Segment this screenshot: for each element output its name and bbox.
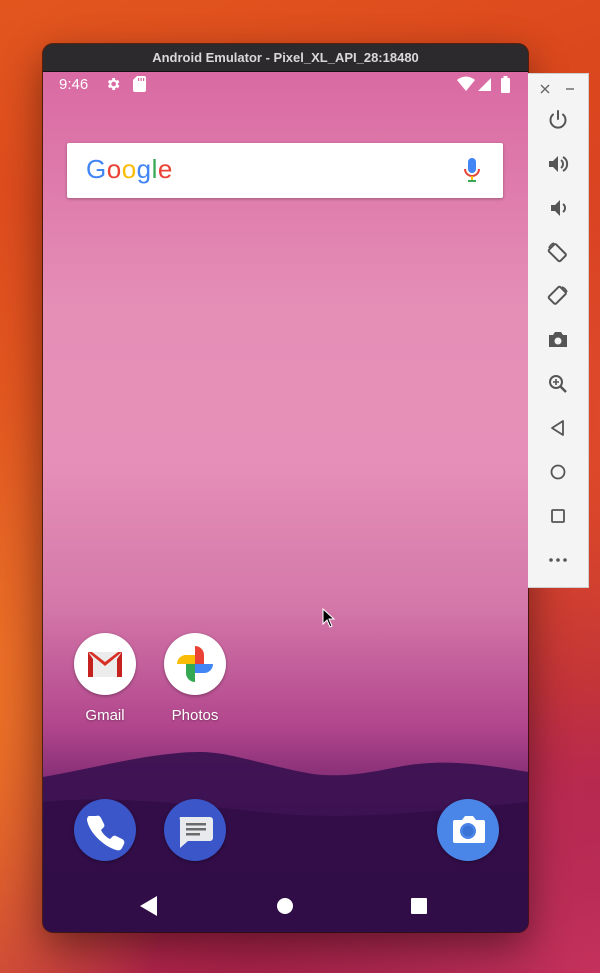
- rotate-right-icon: [547, 285, 568, 305]
- camera-icon: [549, 332, 567, 347]
- zoom-in-icon: [549, 375, 567, 393]
- rotate-right-button[interactable]: [546, 284, 570, 308]
- dock-messages[interactable]: [164, 799, 226, 861]
- dock-camera[interactable]: [437, 799, 499, 861]
- sd-card-icon: [133, 76, 146, 92]
- app-label-photos: Photos: [171, 707, 219, 724]
- google-logo: Google: [86, 154, 173, 185]
- toolbar-home-button[interactable]: [546, 460, 570, 484]
- volume-down-button[interactable]: [546, 196, 570, 220]
- screenshot-button[interactable]: [546, 328, 570, 352]
- logo-letter: G: [86, 154, 107, 184]
- mouse-cursor-icon: [322, 608, 336, 628]
- home-icon: [550, 464, 566, 480]
- app-photos[interactable]: Photos: [155, 633, 235, 724]
- logo-letter: g: [136, 154, 152, 184]
- rotate-left-button[interactable]: [546, 240, 570, 264]
- navigation-bar: [43, 882, 528, 932]
- window-titlebar[interactable]: Android Emulator - Pixel_XL_API_28:18480: [43, 44, 528, 72]
- photos-icon: [164, 633, 226, 695]
- nav-overview-icon[interactable]: [410, 896, 428, 916]
- battery-icon: [501, 76, 510, 93]
- device-screen[interactable]: 9:46 Google Gmail Photos: [43, 72, 528, 932]
- overview-icon: [551, 509, 565, 523]
- phone-icon: [87, 815, 125, 851]
- nav-home-icon[interactable]: [276, 896, 294, 916]
- more-button[interactable]: [546, 548, 570, 572]
- minimize-icon[interactable]: [565, 84, 575, 94]
- settings-notification-icon: [107, 78, 120, 90]
- logo-letter: e: [157, 154, 173, 184]
- dock-phone[interactable]: [74, 799, 136, 861]
- logo-letter: o: [106, 154, 122, 184]
- emulator-window: Android Emulator - Pixel_XL_API_28:18480…: [43, 44, 528, 932]
- camera-icon: [453, 816, 485, 843]
- volume-up-button[interactable]: [546, 152, 570, 176]
- toolbar-back-button[interactable]: [546, 416, 570, 440]
- wifi-icon: [457, 76, 475, 91]
- microphone-icon[interactable]: [463, 157, 481, 185]
- window-title: Android Emulator - Pixel_XL_API_28:18480: [152, 50, 419, 65]
- volume-down-icon: [551, 200, 566, 216]
- emulator-side-toolbar: [528, 73, 589, 588]
- logo-letter: o: [121, 154, 137, 184]
- app-gmail[interactable]: Gmail: [65, 633, 145, 724]
- volume-up-icon: [549, 156, 569, 172]
- gmail-icon: [74, 633, 136, 695]
- app-label-gmail: Gmail: [85, 707, 125, 724]
- rotate-left-icon: [547, 242, 567, 263]
- toolbar-overview-button[interactable]: [546, 504, 570, 528]
- google-search-bar[interactable]: Google: [67, 143, 503, 198]
- nav-back-icon[interactable]: [140, 896, 158, 916]
- close-icon[interactable]: [540, 84, 550, 94]
- messages-icon: [179, 817, 213, 848]
- status-time: 9:46: [59, 76, 89, 93]
- power-icon: [549, 110, 567, 129]
- more-icon: [549, 558, 567, 562]
- toolbar-window-controls: [528, 79, 588, 99]
- back-icon: [551, 420, 564, 436]
- zoom-button[interactable]: [546, 372, 570, 396]
- signal-icon: [478, 78, 491, 91]
- power-button[interactable]: [546, 108, 570, 132]
- status-bar: 9:46: [43, 72, 528, 97]
